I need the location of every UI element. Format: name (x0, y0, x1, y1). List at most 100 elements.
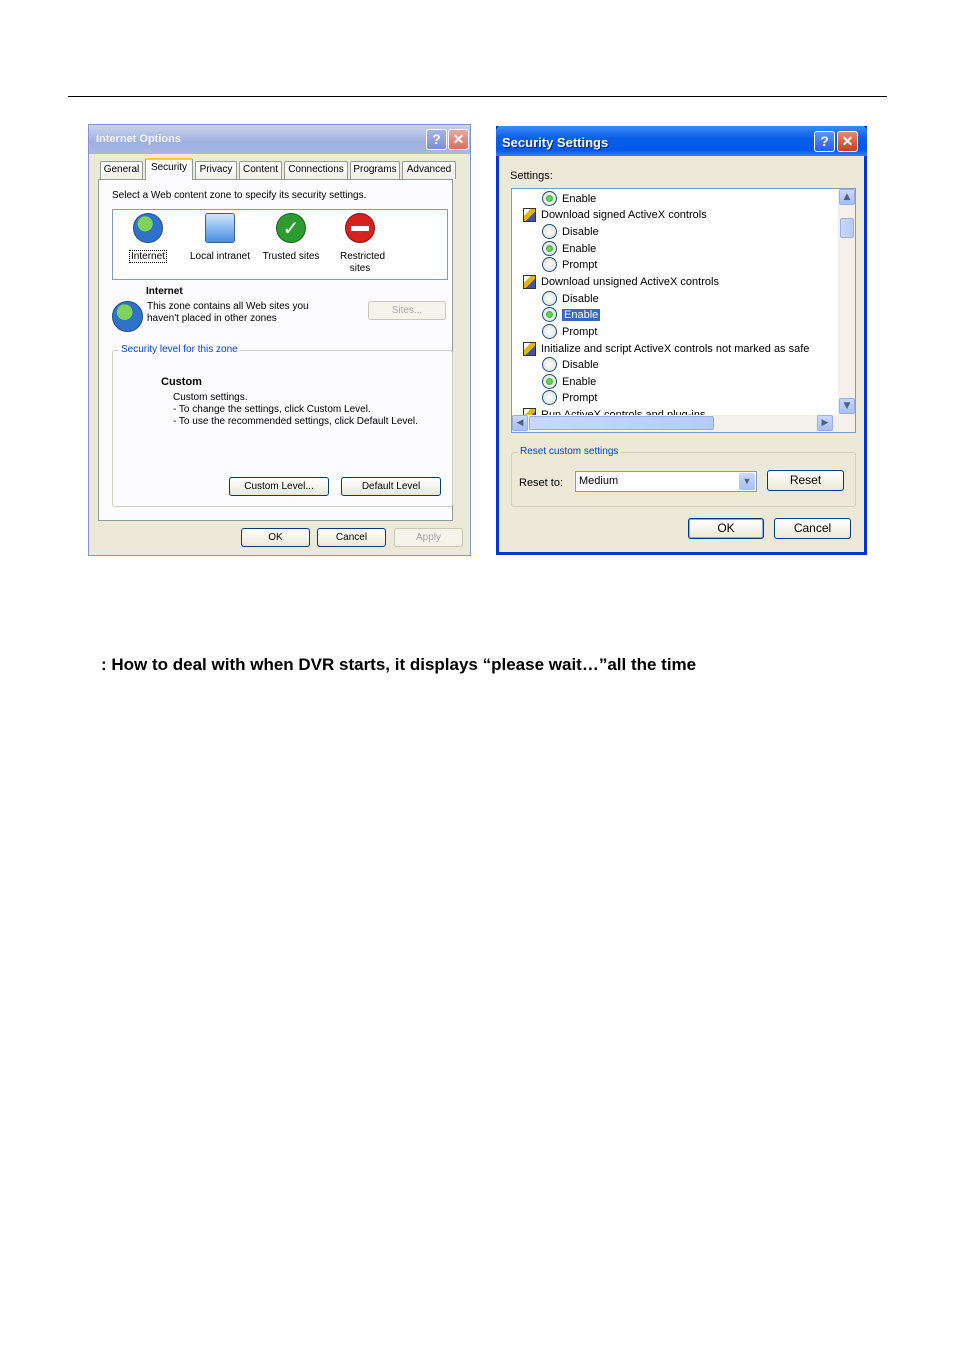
option-row[interactable]: Disable (542, 357, 599, 373)
tab-privacy[interactable]: Privacy (195, 161, 237, 179)
security-settings-titlebar[interactable]: Security Settings ? ✕ (496, 126, 867, 156)
radio-button[interactable] (542, 357, 557, 372)
default-level-button[interactable]: Default Level (341, 477, 441, 496)
internet-options-titlebar[interactable]: Internet Options ? ✕ (89, 125, 470, 154)
help-button[interactable]: ? (814, 131, 835, 152)
tab-advanced[interactable]: Advanced (402, 161, 456, 179)
reset-custom-settings-group: Reset custom settings Reset to: Medium ▼… (511, 446, 856, 507)
zone-label: Internet (129, 250, 167, 263)
vertical-scroll-thumb[interactable] (840, 218, 854, 238)
horizontal-scrollbar[interactable]: ◀ ▶ (512, 415, 855, 432)
level-line: - To use the recommended settings, click… (173, 416, 418, 427)
settings-label: Settings: (510, 170, 553, 182)
security-level-legend: Security level for this zone (119, 344, 240, 355)
option-label: Disable (562, 293, 599, 305)
ok-button[interactable]: OK (688, 518, 764, 539)
vertical-scrollbar[interactable]: ▲ ▼ (838, 189, 855, 415)
setting-label: Download signed ActiveX controls (541, 209, 707, 221)
setting-label: Initialize and script ActiveX controls n… (541, 343, 810, 355)
setting-row: Initialize and script ActiveX controls n… (523, 341, 809, 357)
faq-question: : How to deal with when DVR starts, it d… (101, 655, 697, 674)
globe-icon (112, 301, 143, 332)
activex-setting-icon (523, 342, 536, 356)
ok-button[interactable]: OK (241, 528, 310, 547)
scroll-up-arrow-icon[interactable]: ▲ (839, 189, 855, 205)
option-row[interactable]: Enable (542, 241, 596, 257)
activex-setting-icon (523, 208, 536, 222)
security-level-group: Security level for this zone Custom Cust… (112, 344, 453, 507)
option-label-selected: Enable (562, 309, 601, 321)
option-label: Prompt (562, 259, 598, 271)
globe-icon (133, 213, 163, 243)
radio-button[interactable] (542, 191, 557, 206)
zone-name: Internet (146, 286, 183, 297)
radio-button[interactable] (542, 390, 557, 405)
tab-content[interactable]: Content (239, 161, 282, 179)
zone-label: Trusted sites (262, 251, 320, 262)
level-title: Custom (161, 376, 202, 388)
security-settings-dialog: Security Settings ? ✕ Settings: Enable D… (496, 126, 867, 555)
header-rule (68, 96, 887, 97)
tab-general[interactable]: General (100, 161, 143, 179)
custom-level-button[interactable]: Custom Level... (229, 477, 329, 496)
option-label: Enable (562, 376, 597, 388)
option-label: Enable (562, 243, 597, 255)
cancel-button[interactable]: Cancel (774, 518, 851, 539)
level-line: - To change the settings, click Custom L… (173, 404, 371, 415)
radio-button[interactable] (542, 324, 557, 339)
horizontal-scroll-thumb[interactable] (529, 416, 714, 430)
internet-options-title: Internet Options (96, 133, 181, 145)
checkmark-icon: ✓ (276, 213, 306, 243)
option-label: Disable (562, 226, 599, 238)
setting-label: Download unsigned ActiveX controls (541, 276, 719, 288)
setting-row: Download unsigned ActiveX controls (523, 274, 719, 290)
level-line: Custom settings. (173, 392, 248, 403)
reset-button[interactable]: Reset (767, 470, 844, 491)
radio-button[interactable] (542, 291, 557, 306)
security-settings-title: Security Settings (502, 135, 609, 150)
option-row[interactable]: Enable (542, 374, 596, 390)
radio-button[interactable] (542, 257, 557, 272)
zone-list: Internet Local intranet ✓ Trusted sites … (112, 209, 448, 280)
security-tab-panel: Select a Web content zone to specify its… (98, 179, 453, 521)
tab-programs[interactable]: Programs (350, 161, 400, 179)
option-row[interactable]: Disable (542, 224, 599, 240)
scroll-down-arrow-icon[interactable]: ▼ (839, 398, 855, 414)
zone-restricted-sites[interactable]: Restricted sites (327, 213, 393, 275)
radio-button[interactable] (542, 224, 557, 239)
option-row[interactable]: Prompt (542, 257, 597, 273)
option-label: Enable (562, 193, 597, 205)
close-button[interactable]: ✕ (837, 131, 858, 152)
activex-setting-icon (523, 275, 536, 289)
radio-button[interactable] (542, 241, 557, 256)
option-row[interactable]: Enable (542, 307, 601, 323)
chevron-down-icon[interactable]: ▼ (739, 473, 755, 490)
scroll-left-arrow-icon[interactable]: ◀ (512, 415, 528, 431)
option-label: Disable (562, 359, 599, 371)
zone-internet[interactable]: Internet (113, 213, 183, 263)
internet-options-dialog: Internet Options ? ✕ General Security Pr… (88, 124, 471, 556)
zone-label: Local intranet (189, 251, 251, 262)
reset-to-label: Reset to: (519, 477, 564, 489)
scroll-right-arrow-icon[interactable]: ▶ (817, 415, 833, 431)
settings-list: Enable Download signed ActiveX controls … (511, 188, 856, 433)
monitor-icon (205, 213, 235, 243)
option-row[interactable]: Disable (542, 291, 599, 307)
zone-trusted-sites[interactable]: ✓ Trusted sites (256, 213, 326, 263)
sites-button[interactable]: Sites... (368, 301, 446, 320)
radio-button[interactable] (542, 307, 557, 322)
option-row[interactable]: Prompt (542, 390, 597, 406)
zone-label: Restricted sites (340, 251, 386, 274)
option-row[interactable]: Prompt (542, 324, 597, 340)
radio-button[interactable] (542, 374, 557, 389)
tab-security[interactable]: Security (145, 158, 193, 180)
tab-connections[interactable]: Connections (284, 161, 348, 179)
apply-button[interactable]: Apply (394, 528, 463, 547)
option-row[interactable]: Enable (542, 191, 596, 207)
option-label: Prompt (562, 392, 598, 404)
zone-local-intranet[interactable]: Local intranet (185, 213, 255, 263)
cancel-button[interactable]: Cancel (317, 528, 386, 547)
help-button[interactable]: ? (426, 129, 447, 150)
reset-to-dropdown[interactable]: Medium ▼ (575, 471, 757, 492)
close-button[interactable]: ✕ (448, 129, 469, 150)
